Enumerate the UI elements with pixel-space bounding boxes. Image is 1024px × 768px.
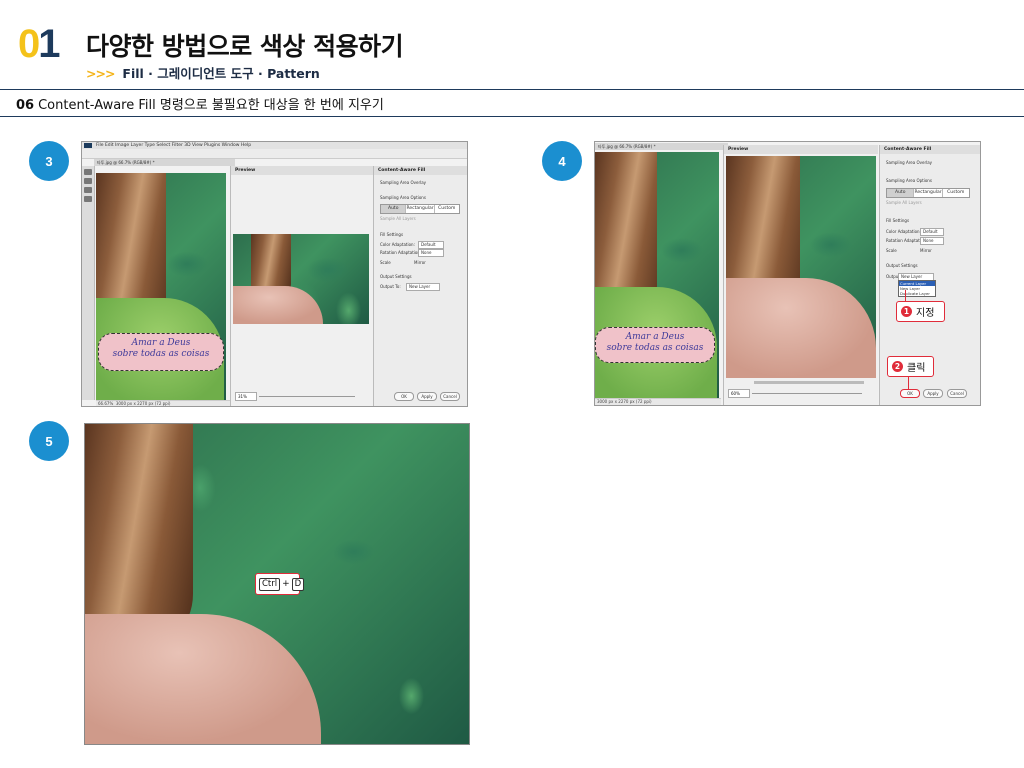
seg-rectangular[interactable]: Rectangular <box>914 189 943 197</box>
shoulder-region <box>85 614 321 744</box>
photoshop-logo-icon <box>84 143 92 148</box>
fill-settings-heading: Fill Settings <box>380 232 404 237</box>
lasso-tool-icon[interactable] <box>84 169 92 175</box>
preview-label: Preview <box>231 166 373 175</box>
options-bar <box>82 149 467 159</box>
rotation-adaptation-label: Rotation Adaptation: <box>380 250 422 255</box>
seg-rectangular[interactable]: Rectangular <box>406 205 435 213</box>
step-badge-4: 4 <box>542 141 582 181</box>
output-settings-heading: Output Settings <box>886 263 918 268</box>
preview-zoom-field[interactable]: 60% <box>728 389 750 398</box>
preview-label: Preview <box>724 145 878 154</box>
document-tab[interactable]: 타투.jpg @ 66.7% (RGB/8#) * <box>94 159 235 166</box>
shortcut-callout: Ctrl + D <box>255 573 305 595</box>
section-title: 06 Content-Aware Fill 명령으로 불필요한 대상을 한 번에 … <box>16 98 384 113</box>
ctrl-key: Ctrl <box>259 577 281 591</box>
sample-all-layers[interactable]: Sample All Layers <box>380 216 416 221</box>
sampling-mode-segmented[interactable]: Auto Rectangular Custom <box>380 204 460 214</box>
sample-all-layers[interactable]: Sample All Layers <box>886 200 922 205</box>
sampling-mode-segmented[interactable]: Auto Rectangular Custom <box>886 188 970 198</box>
seg-custom[interactable]: Custom <box>435 205 459 213</box>
chapter-subtitle: >>> Fill · 그레이디언트 도구 · Pattern <box>86 66 320 81</box>
toolbar <box>82 166 95 400</box>
subtitle-arrows: >>> <box>86 66 115 81</box>
sampling-overlay-toggle[interactable]: Sampling Area Overlay <box>380 180 426 185</box>
color-adaptation-label: Color Adaptation: <box>380 242 415 247</box>
panel-title: Content-Aware Fill <box>880 145 980 154</box>
screenshot-step-3: File Edit Image Layer Type Select Filter… <box>81 141 468 407</box>
ok-button[interactable]: OK <box>900 389 920 398</box>
callout-1: 1 지정 <box>896 301 945 322</box>
preview-image <box>726 156 876 378</box>
seg-auto[interactable]: Auto <box>381 205 407 213</box>
ok-button[interactable]: OK <box>394 392 414 401</box>
rotation-adaptation-dropdown[interactable]: None <box>920 237 944 245</box>
color-adaptation-label: Color Adaptation: <box>886 229 921 234</box>
mirror-checkbox[interactable]: Mirror <box>414 260 426 265</box>
apply-button[interactable]: Apply <box>417 392 437 401</box>
zoom-tool-icon[interactable] <box>84 196 92 202</box>
sampling-options-heading: Sampling Area Options <box>886 178 932 183</box>
cancel-button[interactable]: Cancel <box>947 389 967 398</box>
screenshot-step-4: 타투.jpg @ 66.7% (RGB/8#) * Amar a Deus so… <box>594 141 981 406</box>
mirror-checkbox[interactable]: Mirror <box>920 248 932 253</box>
output-to-label: Output To: <box>380 284 401 289</box>
preview-zoom-slider[interactable] <box>259 396 355 397</box>
color-adaptation-dropdown[interactable]: Default <box>920 228 944 236</box>
preview-zoom-field[interactable]: 31% <box>235 392 257 401</box>
output-to-options: Current Layer New Layer Duplicate Layer <box>898 280 936 297</box>
seg-auto[interactable]: Auto <box>887 189 915 197</box>
rotation-adaptation-dropdown[interactable]: None <box>418 249 444 257</box>
output-settings-heading: Output Settings <box>380 274 412 279</box>
chapter-title: 다양한 방법으로 색상 적용하기 <box>86 32 404 61</box>
callout-2: 2 클릭 <box>887 356 934 377</box>
cancel-button[interactable]: Cancel <box>440 392 460 401</box>
brush-tool-icon[interactable] <box>84 178 92 184</box>
hand-tool-icon[interactable] <box>84 187 92 193</box>
apply-button[interactable]: Apply <box>923 389 943 398</box>
tattoo-selection: Amar a Deus sobre todas as coisas <box>98 333 224 371</box>
step-badge-3: 3 <box>29 141 69 181</box>
d-key: D <box>291 577 305 591</box>
status-bar: 66.67% 3000 px x 2270 px (72 ppi) <box>96 400 230 406</box>
tattoo-selection: Amar a Deus sobre todas as coisas <box>595 327 715 363</box>
menu-bar: File Edit Image Layer Type Select Filter… <box>82 142 467 149</box>
status-bar: 3000 px x 2270 px (72 ppi) <box>595 398 721 405</box>
chapter-number: 01 <box>18 22 61 66</box>
screenshot-step-5: Ctrl + D <box>84 423 470 745</box>
sampling-options-heading: Sampling Area Options <box>380 195 426 200</box>
preview-zoom-slider[interactable] <box>752 393 862 394</box>
section-rule <box>0 116 1024 117</box>
sampling-overlay-toggle[interactable]: Sampling Area Overlay <box>886 160 932 165</box>
fill-settings-heading: Fill Settings <box>886 218 910 223</box>
panel-title: Content-Aware Fill <box>374 166 467 175</box>
preview-panel: Preview 60% <box>723 145 878 405</box>
main-canvas-image: Amar a Deus sobre todas as coisas <box>96 173 226 401</box>
seg-custom[interactable]: Custom <box>943 189 969 197</box>
preview-image <box>233 234 369 324</box>
content-aware-fill-panel: Content-Aware Fill Sampling Area Overlay… <box>373 166 467 406</box>
step-badge-5: 5 <box>29 421 69 461</box>
document-tab[interactable]: 타투.jpg @ 66.7% (RGB/8#) * <box>595 143 728 150</box>
preview-panel: Preview 31% <box>230 166 373 406</box>
callout-2-leader <box>908 377 909 389</box>
color-adaptation-dropdown[interactable]: Default <box>418 241 444 249</box>
main-canvas-image: Amar a Deus sobre todas as coisas <box>595 152 719 398</box>
header-rule <box>0 89 1024 90</box>
preview-scrollbar[interactable] <box>754 381 864 384</box>
scale-checkbox[interactable]: Scale <box>886 248 897 253</box>
output-to-dropdown[interactable]: New Layer <box>406 283 440 291</box>
scale-checkbox[interactable]: Scale <box>380 260 391 265</box>
